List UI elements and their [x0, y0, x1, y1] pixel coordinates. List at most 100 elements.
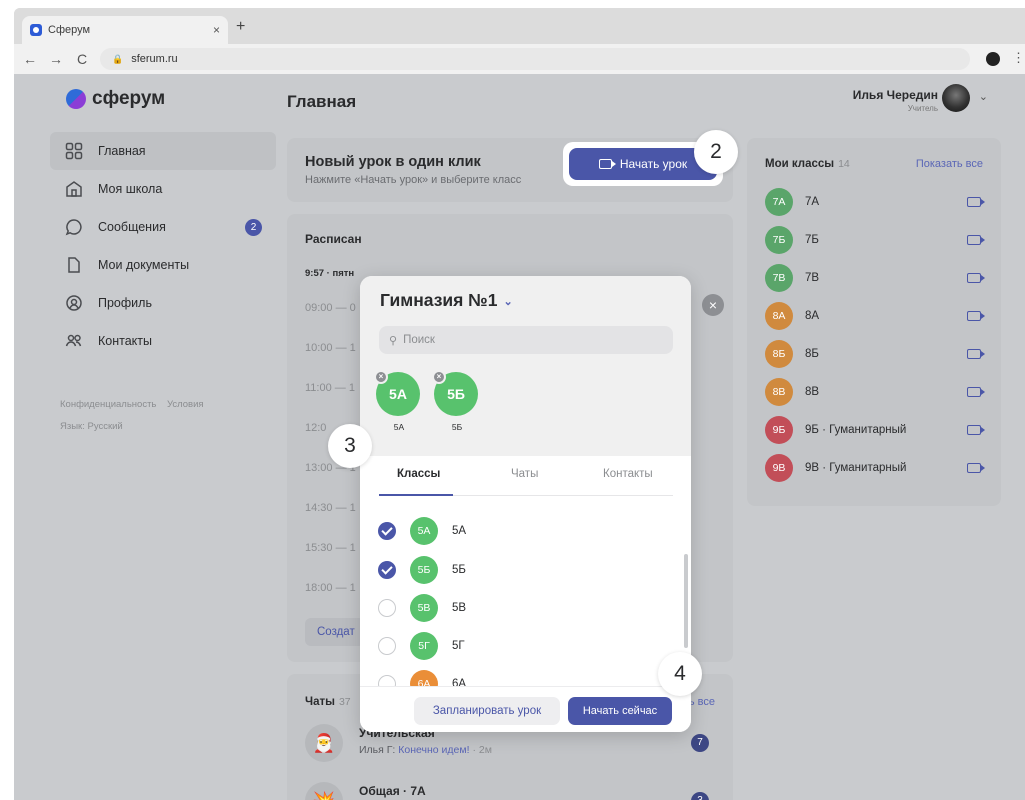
logo-text: сферум: [92, 88, 166, 109]
step-callout: 4: [658, 652, 702, 696]
user-role: Учитель: [907, 104, 938, 113]
schedule-title: Расписан: [305, 232, 362, 246]
logo[interactable]: сферум: [66, 88, 165, 110]
school-name: Гимназия №1: [380, 290, 498, 310]
schedule-slot[interactable]: 15:30 — 1: [305, 542, 356, 554]
video-call-icon[interactable]: [967, 197, 985, 207]
my-classes-title-text: Мои классы: [765, 158, 835, 170]
chat-last-message: Илья Г: Конечно идем! · 2м: [359, 744, 492, 756]
class-row[interactable]: 8В 8В: [765, 378, 987, 408]
class-list-item[interactable]: 5В 5В: [378, 593, 668, 623]
sidebar-item-school[interactable]: Моя школа: [50, 170, 276, 208]
back-icon[interactable]: ←: [20, 51, 40, 67]
my-classes-show-all-link[interactable]: Показать все: [916, 158, 983, 170]
create-lesson-button[interactable]: Создат: [305, 618, 365, 646]
video-call-icon[interactable]: [967, 463, 985, 473]
chat-avatar: 💥: [305, 782, 343, 800]
tab-chats[interactable]: Чаты: [511, 468, 538, 480]
active-tab-indicator: [379, 494, 453, 496]
schedule-lesson-button[interactable]: Запланировать урок: [414, 697, 560, 725]
schedule-slot[interactable]: 18:00 — 1: [305, 582, 356, 594]
sidebar-item-label: Профиль: [98, 296, 152, 310]
sidebar-item-documents[interactable]: Мои документы: [50, 246, 276, 284]
selected-class-avatar: 5А ×: [374, 370, 420, 416]
reload-icon[interactable]: C: [72, 51, 92, 67]
chevron-down-icon: ⌄: [978, 91, 988, 103]
modal-footer: Запланировать урок Начать сейчас: [360, 686, 691, 732]
url-text: sferum.ru: [131, 53, 178, 65]
search-input[interactable]: ⚲ Поиск: [379, 326, 673, 354]
tab-classes[interactable]: Классы: [397, 468, 440, 480]
sidebar-item-contacts[interactable]: Контакты: [50, 322, 276, 360]
class-list-item[interactable]: 5А 5А: [378, 516, 668, 546]
sidebar-item-home[interactable]: Главная: [50, 132, 276, 170]
tab-strip: Сферум × +: [14, 8, 1025, 44]
new-tab-icon[interactable]: +: [236, 18, 245, 36]
start-lesson-label: Начать урок: [619, 157, 688, 171]
class-row[interactable]: 8Б 8Б: [765, 340, 987, 370]
class-name: 5Г: [452, 640, 465, 652]
chat-time: · 2м: [472, 744, 492, 756]
class-row[interactable]: 9Б 9Б · Гуманитарный: [765, 416, 987, 446]
class-row[interactable]: 9В 9В · Гуманитарный: [765, 454, 987, 484]
forward-icon[interactable]: →: [46, 51, 66, 67]
extension-icon[interactable]: [986, 52, 1000, 66]
class-avatar: 7А: [765, 188, 793, 216]
class-avatar: 8В: [765, 378, 793, 406]
class-list-item[interactable]: 5Г 5Г: [378, 631, 668, 661]
schedule-slot[interactable]: 11:00 — 1: [305, 382, 355, 394]
browser-tab[interactable]: Сферум ×: [22, 16, 228, 44]
selected-class-avatar: 5Б ×: [432, 370, 478, 416]
class-name: 9Б · Гуманитарный: [805, 424, 907, 436]
class-row[interactable]: 8А 8А: [765, 302, 987, 332]
schedule-slot[interactable]: 12:0: [305, 422, 326, 434]
url-field[interactable]: 🔒 sferum.ru: [100, 48, 970, 70]
checkbox[interactable]: [378, 599, 396, 617]
schedule-slot[interactable]: 10:00 — 1: [305, 342, 356, 354]
user-menu[interactable]: Илья Чередин Учитель ⌄: [814, 82, 994, 118]
remove-icon[interactable]: ×: [432, 370, 446, 384]
class-name: 5А: [452, 525, 467, 537]
terms-link[interactable]: Условия: [167, 399, 204, 410]
video-call-icon[interactable]: [967, 311, 985, 321]
language-link[interactable]: Язык: Русский: [60, 421, 123, 432]
schedule-slot[interactable]: 09:00 — 0: [305, 302, 356, 314]
sidebar-item-messages[interactable]: Сообщения 2: [50, 208, 276, 246]
my-classes-count: 14: [838, 158, 850, 170]
sidebar-item-profile[interactable]: Профиль: [50, 284, 276, 322]
checkbox-checked[interactable]: [378, 522, 396, 540]
tab-contacts[interactable]: Контакты: [603, 468, 653, 480]
class-list-item[interactable]: 5Б 5Б: [378, 555, 668, 585]
video-call-icon[interactable]: [967, 235, 985, 245]
video-call-icon[interactable]: [967, 349, 985, 359]
schedule-slot[interactable]: 14:30 — 1: [305, 502, 356, 514]
scrollbar[interactable]: [684, 554, 688, 648]
checkbox[interactable]: [378, 637, 396, 655]
school-selector[interactable]: Гимназия №1 ⌄: [380, 290, 513, 311]
class-row[interactable]: 7В 7В: [765, 264, 987, 294]
start-now-button[interactable]: Начать сейчас: [568, 697, 672, 725]
remove-icon[interactable]: ×: [374, 370, 388, 384]
class-name: 8Б: [805, 348, 819, 360]
class-name: 7А: [805, 196, 820, 208]
video-call-icon[interactable]: [967, 273, 985, 283]
video-call-icon[interactable]: [967, 387, 985, 397]
browser-window: Сферум × + ← → C 🔒 sferum.ru ⋮ сферум Гл…: [14, 8, 1025, 800]
privacy-link[interactable]: Конфиденциальность: [60, 399, 156, 410]
schedule-date: 9:57 · пятн: [305, 268, 355, 279]
contacts-icon: [64, 331, 84, 351]
class-name: 8А: [805, 310, 820, 322]
app-content: сферум Главная Илья Чередин Учитель ⌄ Гл…: [14, 74, 1025, 800]
class-avatar: 9В: [765, 454, 793, 482]
video-call-icon[interactable]: [967, 425, 985, 435]
chats-title: Чаты 37: [305, 696, 351, 708]
chats-title-text: Чаты: [305, 696, 335, 708]
checkbox-checked[interactable]: [378, 561, 396, 579]
tab-close-icon[interactable]: ×: [213, 23, 220, 37]
browser-menu-icon[interactable]: ⋮: [1012, 50, 1025, 66]
class-row[interactable]: 7А 7А: [765, 188, 987, 218]
chat-row[interactable]: 💥 Общая · 7А 3: [305, 778, 715, 800]
close-icon[interactable]: ×: [702, 294, 724, 316]
class-row[interactable]: 7Б 7Б: [765, 226, 987, 256]
video-camera-icon: [598, 159, 616, 169]
